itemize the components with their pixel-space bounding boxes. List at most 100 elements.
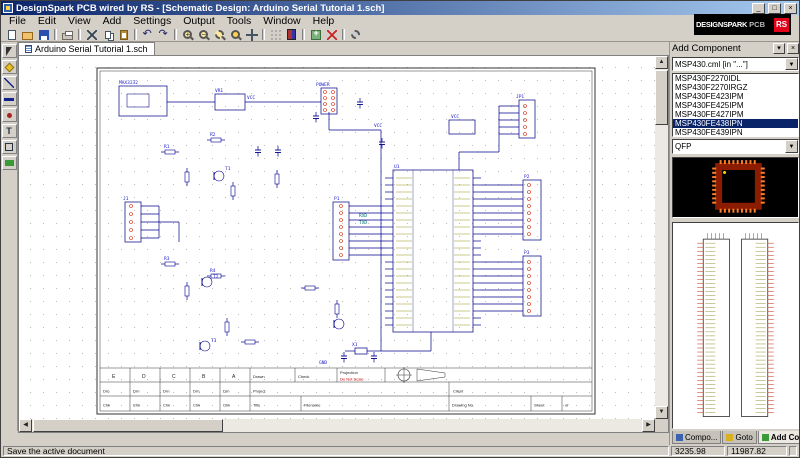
schematic-label: P2	[524, 174, 530, 180]
panel-tab-addco[interactable]: Add Co...	[758, 431, 800, 444]
menu-add[interactable]: Add	[97, 15, 128, 28]
horizontal-scroll-thumb[interactable]	[33, 419, 223, 432]
menu-tools[interactable]: Tools	[221, 15, 258, 28]
panel-close-button[interactable]: ×	[787, 43, 799, 54]
schematic-doc-icon	[25, 45, 32, 53]
scroll-up-icon[interactable]: ▲	[655, 56, 668, 69]
print-icon[interactable]	[60, 28, 75, 42]
component-list-item[interactable]: MSP430FE439IPN	[673, 128, 798, 137]
add-bus-icon[interactable]	[2, 92, 17, 106]
copy-icon[interactable]	[100, 28, 115, 42]
drawing-no-label: Drawing No.	[452, 403, 474, 408]
component-list-item[interactable]: MSP430FE423IPM	[673, 92, 798, 101]
schematic-view[interactable]: E D C B A Drawn Check Projection Do Not …	[19, 56, 655, 419]
tab-arduino-serial-tutorial[interactable]: Arduino Serial Tutorial 1.sch	[18, 42, 155, 55]
chevron-down-icon[interactable]: ▼	[785, 140, 798, 153]
settings-icon[interactable]	[348, 28, 363, 42]
chevron-down-icon[interactable]: ▼	[785, 58, 798, 71]
add-wire-icon[interactable]	[2, 76, 17, 90]
panel-menu-button[interactable]: ▾	[773, 43, 785, 54]
open-icon[interactable]	[20, 28, 35, 42]
status-coord-x: 3235.98	[671, 446, 725, 456]
delete-icon[interactable]	[324, 28, 339, 42]
add-shape-icon[interactable]	[2, 140, 17, 154]
zoom-in-icon[interactable]	[180, 28, 195, 42]
brand-sub: PCB	[749, 20, 765, 29]
component-list-item[interactable]: MSP430FE427IPM	[673, 110, 798, 119]
schematic-label: U1	[394, 164, 400, 170]
status-message: Save the active document	[3, 446, 669, 456]
pan-icon[interactable]	[244, 28, 259, 42]
add-junction-icon[interactable]	[2, 108, 17, 122]
library-icon[interactable]	[284, 28, 299, 42]
toolbar-separator	[54, 29, 57, 40]
scroll-left-icon[interactable]: ◀	[19, 419, 32, 432]
panel-tab-goto[interactable]: Goto	[722, 431, 756, 444]
of-label: of	[565, 403, 569, 408]
zoom-window-icon[interactable]	[212, 28, 227, 42]
drn-label: Drn	[193, 389, 199, 394]
drn-label: Drn	[133, 389, 139, 394]
component-list-item[interactable]: MSP430F2270IRGZ	[673, 83, 798, 92]
package-select[interactable]: QFP ▼	[672, 139, 799, 154]
menu-settings[interactable]: Settings	[127, 15, 177, 28]
grid-icon[interactable]	[268, 28, 283, 42]
menu-view[interactable]: View	[62, 15, 97, 28]
schematic-label: R4	[210, 268, 216, 274]
select-icon[interactable]	[2, 44, 17, 58]
paste-icon[interactable]	[116, 28, 131, 42]
symbol-preview	[672, 222, 799, 430]
filename-label: Filename	[304, 403, 321, 408]
menu-window[interactable]: Window	[257, 15, 306, 28]
panel-tab-compo[interactable]: Compo...	[672, 431, 721, 444]
toolbar-separator	[134, 29, 137, 40]
main-toolbar	[1, 28, 799, 42]
new-icon[interactable]	[4, 28, 19, 42]
vertical-scrollbar[interactable]: ▲ ▼	[655, 56, 668, 419]
schematic-label: VR1	[215, 88, 223, 94]
zoom-out-icon[interactable]	[196, 28, 211, 42]
add-net-icon[interactable]	[2, 156, 17, 170]
redo-icon[interactable]	[156, 28, 171, 42]
doc-tab-label: Arduino Serial Tutorial 1.sch	[35, 44, 148, 54]
toolbar-separator	[78, 29, 81, 40]
library-select[interactable]: MSP430.cml [in "..."] ▼	[672, 57, 799, 72]
panel-tab-bar: Compo...GotoAdd Co...	[670, 431, 800, 445]
chk-label: Chk	[223, 403, 230, 408]
sheet-border	[97, 68, 595, 414]
maximize-button[interactable]: □	[768, 3, 781, 14]
schematic-canvas[interactable]: E D C B A Drawn Check Projection Do Not …	[18, 55, 669, 433]
component-list-item[interactable]: MSP430FE438IPN	[673, 119, 798, 128]
menu-edit[interactable]: Edit	[32, 15, 62, 28]
component-list-item[interactable]: MSP430FE425IPM	[673, 101, 798, 110]
app-icon	[3, 3, 13, 13]
add-component-icon[interactable]	[308, 28, 323, 42]
designspark-logo: DESIGNSPARK PCB RS	[694, 14, 791, 35]
undo-icon[interactable]	[140, 28, 155, 42]
library-select-value: MSP430.cml [in "..."]	[675, 60, 748, 69]
add-symbol-icon[interactable]	[2, 60, 17, 74]
close-button[interactable]: ×	[784, 3, 797, 14]
panel-tab-icon	[762, 434, 769, 441]
minimize-button[interactable]: _	[752, 3, 765, 14]
menu-file[interactable]: File	[3, 15, 32, 28]
cut-icon[interactable]	[84, 28, 99, 42]
toolbar-separator	[174, 29, 177, 40]
scroll-right-icon[interactable]: ▶	[642, 419, 655, 432]
schematic-label: P3	[524, 250, 530, 256]
schematic-label: VCC	[451, 114, 459, 120]
save-icon[interactable]	[36, 28, 51, 42]
component-list-item[interactable]: MSP430F2270IDL	[673, 74, 798, 83]
component-list: MSP430F2270IDLMSP430F2270IRGZMSP430FE423…	[672, 73, 799, 137]
horizontal-scrollbar[interactable]: ◀ ▶	[19, 419, 655, 432]
check-label: Check	[298, 374, 309, 379]
panel-tab-icon	[676, 434, 683, 441]
menu-help[interactable]: Help	[307, 15, 341, 28]
menu-output[interactable]: Output	[177, 15, 221, 28]
scroll-down-icon[interactable]: ▼	[655, 406, 668, 419]
zoom-full-icon[interactable]	[228, 28, 243, 42]
add-text-icon[interactable]	[2, 124, 17, 138]
panel-title: Add Component	[672, 43, 771, 54]
vertical-scroll-thumb[interactable]	[655, 70, 668, 125]
schematic-label: P1	[334, 196, 340, 202]
